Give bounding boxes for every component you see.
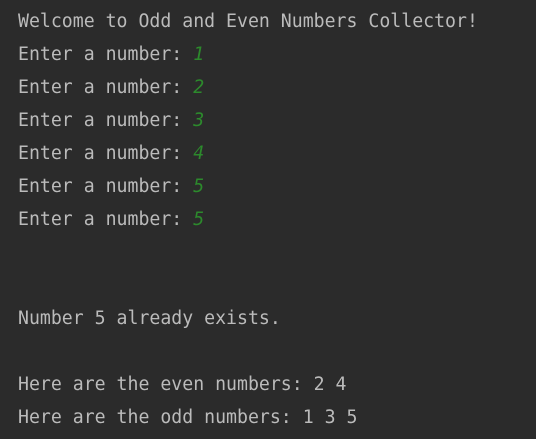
user-input: 4 [193,143,205,164]
console-output: Welcome to Odd and Even Numbers Collecto… [0,0,536,439]
prompt-line: Enter a number: 5 [18,170,536,203]
prompt-text: Enter a number: [18,143,194,164]
prompt-line: Enter a number: 4 [18,137,536,170]
prompt-text: Enter a number: [18,176,194,197]
user-input: 1 [193,44,205,65]
prompt-line: Enter a number: 1 [18,38,536,71]
even-numbers-result: Here are the even numbers: 2 4 [18,374,347,395]
prompt-line: Enter a number: 2 [18,71,536,104]
user-input: 5 [193,209,205,230]
prompt-line: Enter a number: 5 [18,203,536,236]
prompt-line: Enter a number: 3 [18,104,536,137]
user-input: 5 [193,176,205,197]
user-input: 3 [193,110,205,131]
odd-numbers-result: Here are the odd numbers: 1 3 5 [18,407,358,428]
prompt-text: Enter a number: [18,110,194,131]
duplicate-message: Number 5 already exists. [18,308,281,329]
prompt-text: Enter a number: [18,209,194,230]
welcome-line: Welcome to Odd and Even Numbers Collecto… [18,11,478,32]
user-input: 2 [193,77,205,98]
prompt-text: Enter a number: [18,44,194,65]
prompt-text: Enter a number: [18,77,194,98]
